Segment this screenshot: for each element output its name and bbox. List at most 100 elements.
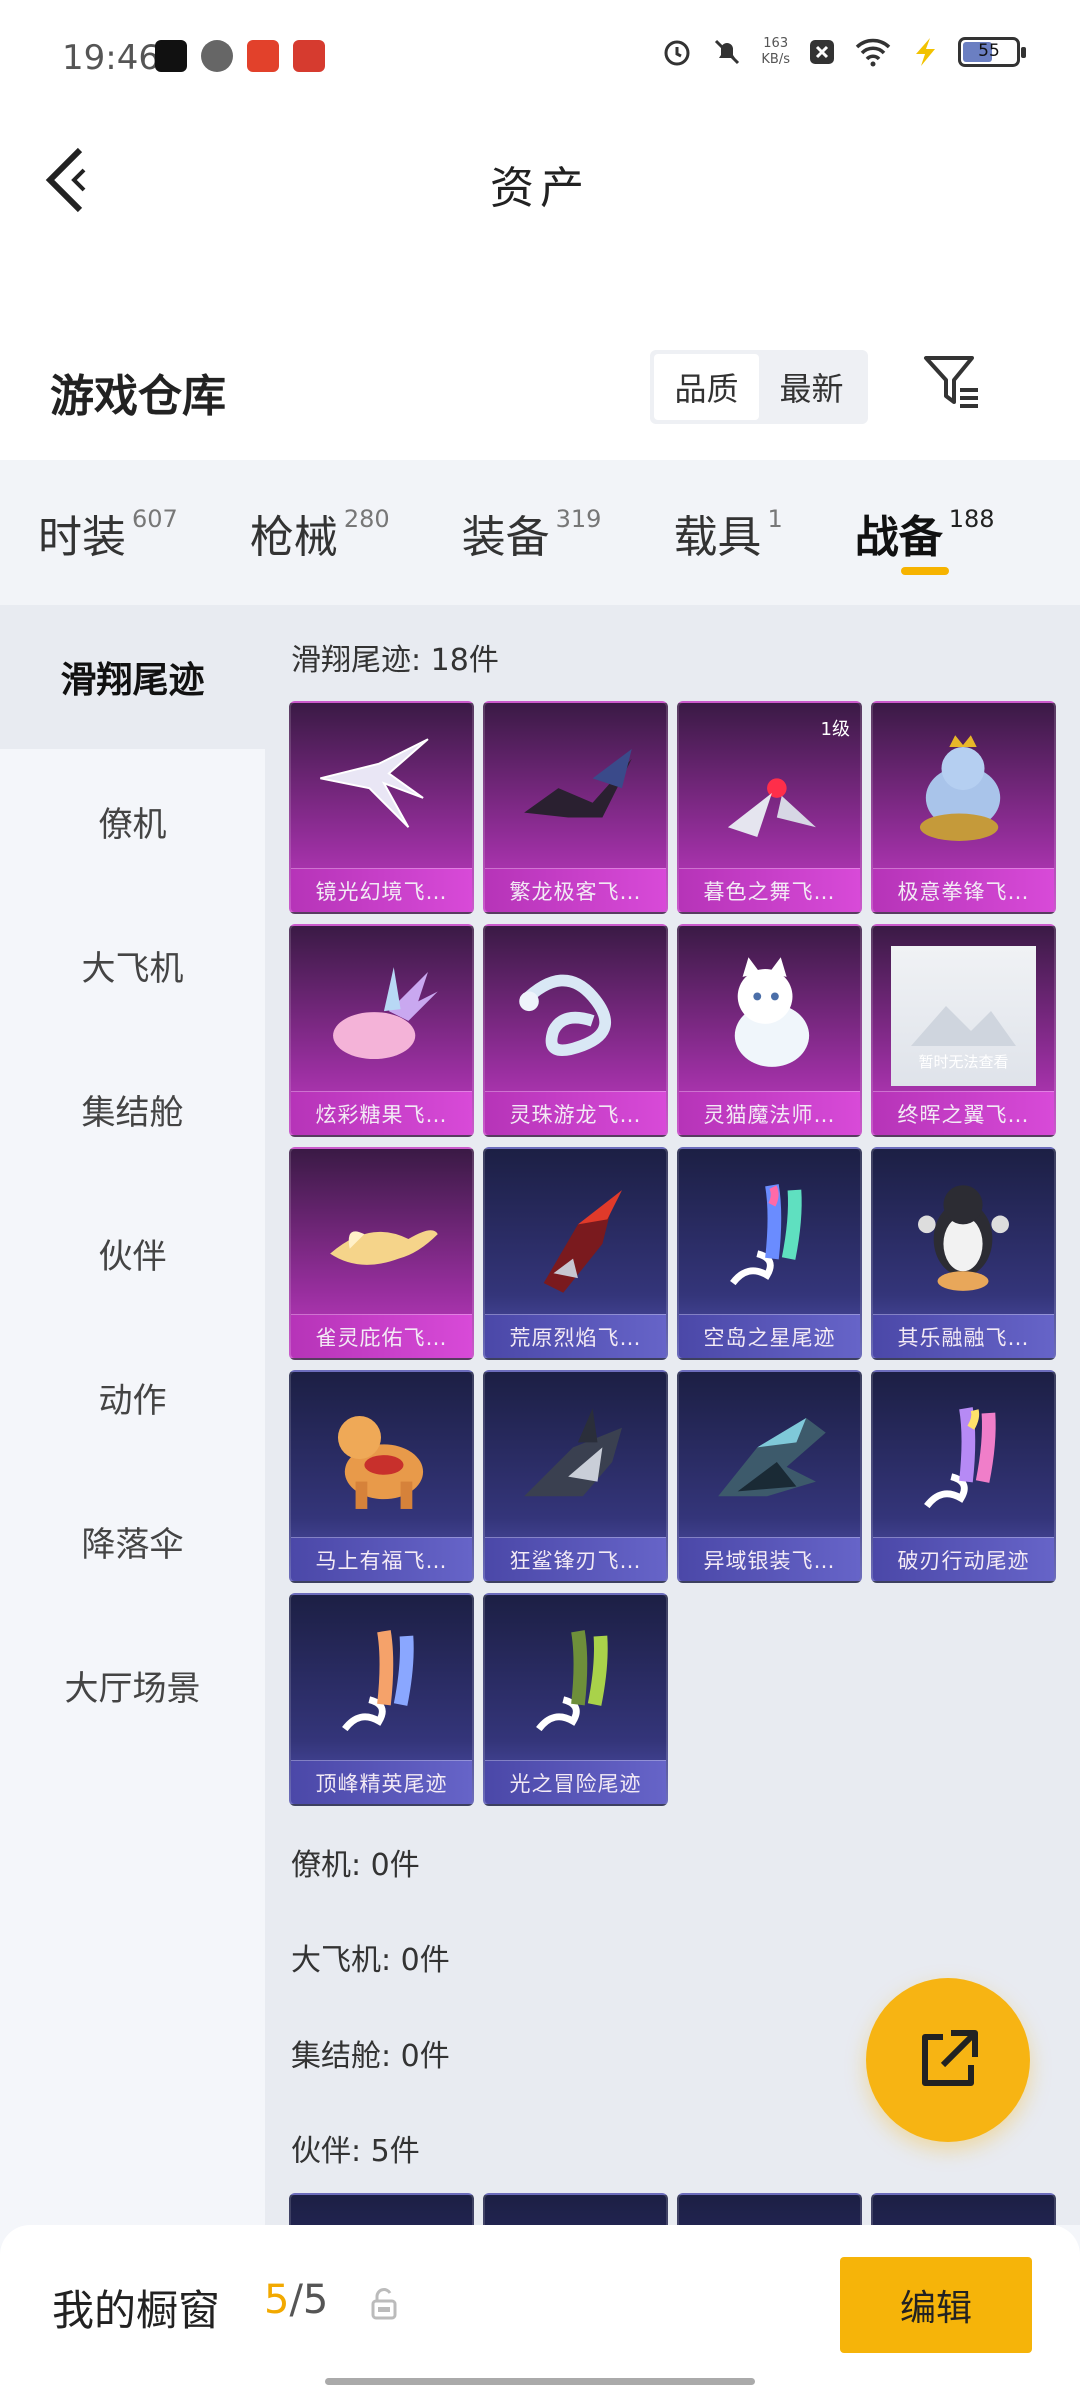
- item-name: 灵珠游龙飞…: [485, 1091, 666, 1135]
- item-card[interactable]: [871, 2193, 1056, 2225]
- green-trail-icon: [485, 1605, 666, 1765]
- item-card[interactable]: 马上有福飞…: [289, 1370, 474, 1583]
- sidebar-item-partner[interactable]: 伙伴: [0, 1181, 265, 1325]
- sort-newest-button[interactable]: 最新: [759, 354, 864, 420]
- music-app-icon: [155, 40, 187, 72]
- item-name: 繁龙极客飞…: [485, 868, 666, 912]
- item-card[interactable]: [289, 2193, 474, 2225]
- item-card[interactable]: 镜光幻境飞…: [289, 701, 474, 914]
- item-card[interactable]: 顶峰精英尾迹: [289, 1593, 474, 1806]
- tab-fashion[interactable]: 时装 607: [38, 460, 178, 605]
- section-label-partner: 伙伴: 5件: [291, 2134, 420, 2169]
- item-card[interactable]: 1级暮色之舞飞…: [677, 701, 862, 914]
- item-name: 极意拳锋飞…: [873, 868, 1054, 912]
- section-label-wingman: 僚机: 0件: [291, 1848, 420, 1883]
- network-speed-value: 163: [763, 36, 789, 51]
- candy-icon: [291, 936, 472, 1096]
- sidebar-item-lobby-scene[interactable]: 大厅场景: [0, 1613, 265, 1757]
- unlock-icon[interactable]: [370, 2287, 398, 2321]
- item-name: 终晖之翼飞…: [873, 1091, 1054, 1135]
- item-card[interactable]: 光之冒险尾迹: [483, 1593, 668, 1806]
- shop-app-icon: [247, 40, 279, 72]
- item-name: 空岛之星尾迹: [679, 1314, 860, 1358]
- tab-count: 607: [132, 504, 178, 533]
- status-app-icons: [155, 40, 325, 72]
- sort-quality-button[interactable]: 品质: [654, 354, 759, 420]
- alarm-icon: [664, 40, 690, 66]
- battery-level: 55: [978, 41, 1000, 61]
- item-card[interactable]: 破刃行动尾迹: [871, 1370, 1056, 1583]
- external-link-icon: [922, 2030, 978, 2086]
- item-name: 镜光幻境飞…: [291, 868, 472, 912]
- tab-count: 188: [948, 504, 995, 533]
- network-speed: 163 KB/s: [761, 36, 790, 68]
- penguin-icon: [873, 1159, 1054, 1319]
- item-card[interactable]: 极意拳锋飞…: [871, 701, 1056, 914]
- tab-count: 319: [555, 504, 602, 533]
- filter-button[interactable]: [920, 350, 990, 420]
- sidebar-item-assembly-pod[interactable]: 集结舱: [0, 1037, 265, 1181]
- item-card[interactable]: 荒原烈焰飞…: [483, 1147, 668, 1360]
- mute-bell-icon: [715, 39, 740, 65]
- item-name: 雀灵庇佑飞…: [291, 1314, 472, 1358]
- item-card[interactable]: 狂鲨锋刃飞…: [483, 1370, 668, 1583]
- item-grid: 镜光幻境飞… 繁龙极客飞… 1级 暮色之舞飞… 极意拳锋飞… 炫彩糖果飞… 灵珠游龙飞… 灵猫…: [289, 701, 1056, 1806]
- item-name: 炫彩糖果飞…: [291, 1091, 472, 1135]
- tab-label: 载具: [673, 511, 762, 563]
- tab-equipment[interactable]: 装备 319: [462, 460, 602, 605]
- browser-app-icon: [201, 40, 233, 72]
- sidebar-item-big-plane[interactable]: 大飞机: [0, 893, 265, 1037]
- item-card[interactable]: 繁龙极客飞…: [483, 701, 668, 914]
- sidebar-item-glide-trail[interactable]: 滑翔尾迹: [0, 605, 265, 749]
- tab-guns[interactable]: 枪械 280: [250, 460, 390, 605]
- magic-cat-icon: [679, 936, 860, 1096]
- page-title: 资产: [490, 163, 590, 214]
- item-card[interactable]: [677, 2193, 862, 2225]
- rainbow-trail-icon: [679, 1159, 860, 1319]
- sort-toggle: 品质 最新: [650, 350, 868, 424]
- item-card[interactable]: 雀灵庇佑飞…: [289, 1147, 474, 1360]
- item-card[interactable]: 其乐融融飞…: [871, 1147, 1056, 1360]
- bottom-bar: 我的橱窗 5/5 编辑: [0, 2225, 1080, 2388]
- item-card[interactable]: 异域银装飞…: [677, 1370, 862, 1583]
- pony-icon: [291, 1382, 472, 1542]
- network-speed-unit: KB/s: [761, 52, 790, 67]
- silver-wing-icon: [679, 1382, 860, 1542]
- warehouse-row: 游戏仓库 品质 最新: [0, 350, 1080, 460]
- item-card[interactable]: 暂时无法查看 终晖之翼飞…: [871, 924, 1056, 1137]
- showcase-count: 5/5: [264, 2277, 328, 2323]
- sidebar-item-emote[interactable]: 动作: [0, 1325, 265, 1469]
- home-indicator[interactable]: [325, 2378, 755, 2385]
- tab-combat-gear[interactable]: 战备 188: [855, 460, 995, 605]
- golden-bird-icon: [291, 1159, 472, 1319]
- status-bar: 19:46 163 KB/s 55: [0, 0, 1080, 110]
- tab-label: 时装: [38, 511, 126, 563]
- edit-button[interactable]: 编辑: [840, 2257, 1032, 2353]
- item-card[interactable]: 空岛之星尾迹: [677, 1147, 862, 1360]
- item-card[interactable]: [483, 2193, 668, 2225]
- section-label-assembly-pod: 集结舱: 0件: [291, 2039, 450, 2074]
- item-card[interactable]: 灵珠游龙飞…: [483, 924, 668, 1137]
- item-name: 顶峰精英尾迹: [291, 1760, 472, 1804]
- share-fab-button[interactable]: [866, 1978, 1030, 2142]
- battery-icon: 55: [958, 37, 1026, 67]
- shark-icon: [485, 1382, 666, 1542]
- flame-glider-icon: [485, 1159, 666, 1319]
- header: 资产: [0, 110, 1080, 350]
- item-card[interactable]: 灵猫魔法师…: [677, 924, 862, 1137]
- dark-dragon-icon: [485, 713, 666, 873]
- category-tabs: 时装 607 枪械 280 装备 319 载具 1 战备 188: [0, 460, 1080, 605]
- tab-label: 战备: [854, 511, 943, 563]
- showcase-current: 5: [264, 2277, 290, 2323]
- section-label-glide-trail: 滑翔尾迹: 18件: [291, 643, 499, 678]
- tab-count: 280: [343, 504, 390, 533]
- sidebar-item-parachute[interactable]: 降落伞: [0, 1469, 265, 1613]
- sidebar: 滑翔尾迹 僚机 大飞机 集结舱 伙伴 动作 降落伞 大厅场景: [0, 605, 265, 2225]
- item-name: 异域银装飞…: [679, 1537, 860, 1581]
- item-name: 暮色之舞飞…: [679, 868, 860, 912]
- item-name: 狂鲨锋刃飞…: [485, 1537, 666, 1581]
- level-badge: 1级: [820, 719, 850, 740]
- tab-vehicles[interactable]: 载具 1: [673, 460, 782, 605]
- item-card[interactable]: 炫彩糖果飞…: [289, 924, 474, 1137]
- sidebar-item-wingman[interactable]: 僚机: [0, 749, 265, 893]
